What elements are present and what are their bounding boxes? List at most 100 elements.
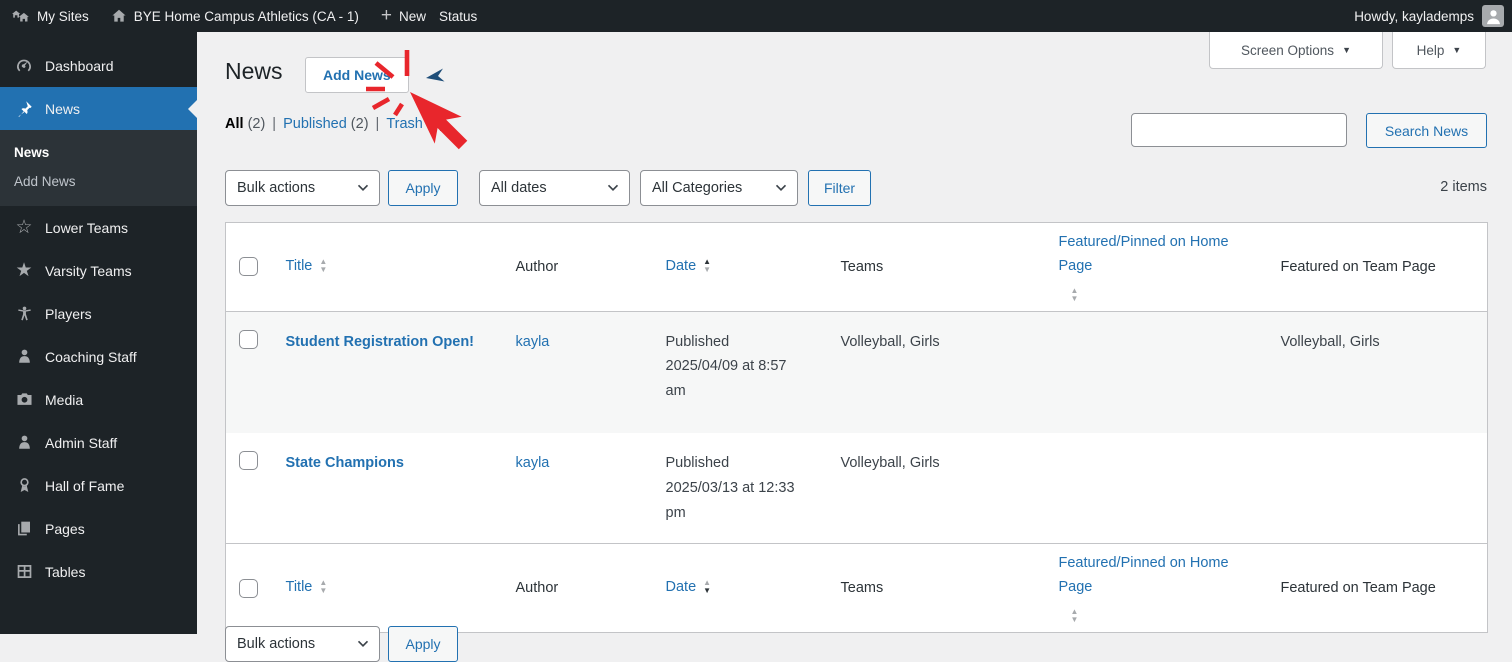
cursor-icon [426,68,445,82]
sidebar-item-pages[interactable]: Pages [0,507,197,550]
sidebar-item-label: Coaching Staff [45,348,137,365]
search-input[interactable] [1131,113,1347,147]
date-filter-value: All dates [491,180,547,196]
filter-all-link[interactable]: All (2) [225,116,265,132]
apply-button[interactable]: Apply [388,170,458,206]
sort-arrows-icon: ▲ ▼ [319,578,328,596]
sidebar-item-players[interactable]: Players [0,292,197,335]
admin-sidebar: Dashboard News News Add News ☆ Lower Tea… [0,32,197,634]
sort-arrows-icon: ▲ ▼ [1070,607,1079,625]
new-label: New [398,8,426,24]
table-row: State Champions kayla Published 2025/03/… [226,433,1488,543]
sort-title-header[interactable]: Title [286,255,313,279]
my-sites-label: My Sites [37,8,89,24]
news-submenu: News Add News [0,130,197,206]
user-avatar[interactable] [1482,5,1504,27]
sidebar-item-dashboard[interactable]: Dashboard [0,44,197,87]
post-featured-team [1271,433,1488,543]
status-filter-links: All (2) | Published (2) | Trash (1) [225,116,445,132]
pages-icon [14,519,34,539]
sidebar-item-admin-staff[interactable]: Admin Staff [0,421,197,464]
chevron-down-icon [357,184,369,192]
sidebar-item-media[interactable]: Media [0,378,197,421]
sidebar-item-news[interactable]: News [0,87,197,130]
sort-arrows-icon: ▲ ▼ [1070,285,1079,303]
filter-separator: | [272,116,277,132]
sidebar-item-label: Hall of Fame [45,477,125,494]
sidebar-item-label: Players [45,305,92,322]
filter-separator: | [375,116,380,132]
bulk-actions-select-bottom[interactable]: Bulk actions [225,626,380,662]
apply-button-bottom[interactable]: Apply [388,626,458,662]
sidebar-item-label: Tables [45,563,86,580]
home-icon [111,8,127,24]
page-title: News [225,58,283,84]
post-title-link[interactable]: Student Registration Open! [286,334,475,350]
table-footer-row: Title ▲ ▼ Author Date ▲ ▼ Teams Featured/Pin… [225,543,1488,633]
author-header: Author [515,258,559,275]
bulk-actions-value: Bulk actions [237,180,316,196]
sort-featured-home-header[interactable]: Featured/Pinned on Home Page [1059,552,1261,600]
submenu-item-news[interactable]: News [0,138,197,167]
status-menu[interactable]: Status [437,0,488,32]
pushpin-icon [14,99,34,119]
help-label: Help [1416,42,1445,58]
sort-arrows-icon: ▲ ▼ [319,257,328,275]
filter-button[interactable]: Filter [808,170,871,206]
sidebar-item-label: Pages [45,520,85,537]
howdy-account-link[interactable]: Howdy, kaylademps [1354,9,1474,24]
sidebar-item-coaching-staff[interactable]: Coaching Staff [0,335,197,378]
sort-title-header[interactable]: Title [286,576,313,600]
help-button[interactable]: Help ▼ [1392,32,1486,69]
row-checkbox[interactable] [239,451,258,471]
post-featured-team: Volleyball, Girls [1280,333,1380,350]
businessperson-icon [14,433,34,453]
author-link[interactable]: kayla [516,455,550,471]
table-row: Student Registration Open! kayla Publish… [225,311,1488,434]
post-teams: Volleyball, Girls [840,333,940,350]
main-content: Screen Options ▼ Help ▼ News Add News Al… [197,32,1512,662]
current-site-menu[interactable]: BYE Home Campus Athletics (CA - 1) [100,0,370,32]
sort-featured-home-header[interactable]: Featured/Pinned on Home Page [1059,231,1261,279]
star-outline-icon: ☆ [15,217,33,238]
post-title-link[interactable]: State Champions [286,455,404,471]
news-list-table: Title ▲ ▼ Author Date ▲ ▼ Teams Featured/Pin… [225,222,1488,634]
sidebar-item-label: Dashboard [45,57,114,74]
row-checkbox[interactable] [239,329,258,349]
my-sites-menu[interactable]: My Sites [0,0,100,32]
bulk-actions-select[interactable]: Bulk actions [225,170,380,206]
sort-date-header[interactable]: Date [666,576,697,600]
sidebar-item-hall-of-fame[interactable]: Hall of Fame [0,464,197,507]
sidebar-item-tables[interactable]: Tables [0,550,197,593]
submenu-item-add-news[interactable]: Add News [0,167,197,196]
filter-trash-link[interactable]: Trash (1) [386,116,444,132]
screen-options-button[interactable]: Screen Options ▼ [1209,32,1383,69]
status-label: Status [438,8,478,24]
author-link[interactable]: kayla [516,334,550,350]
add-news-button[interactable]: Add News [305,57,409,93]
date-filter-select[interactable]: All dates [479,170,630,206]
admin-bar: My Sites BYE Home Campus Athletics (CA -… [0,0,1512,32]
sidebar-item-lower-teams[interactable]: ☆ Lower Teams [0,206,197,249]
select-all-checkbox[interactable] [239,257,258,277]
multisite-icon [11,8,30,24]
camera-icon [14,390,34,410]
award-icon [14,476,34,496]
sort-date-header[interactable]: Date [666,255,697,279]
teams-header: Teams [840,258,884,275]
search-news-button[interactable]: Search News [1366,113,1487,148]
sidebar-item-varsity-teams[interactable]: ★ Varsity Teams [0,249,197,292]
teams-header: Teams [840,580,884,597]
new-content-menu[interactable]: + New [370,0,437,32]
chevron-down-icon [775,184,787,192]
featured-team-header: Featured on Team Page [1280,580,1436,597]
select-all-checkbox[interactable] [239,578,258,598]
person-icon [14,304,34,324]
category-filter-value: All Categories [652,180,743,196]
featured-team-header: Featured on Team Page [1280,258,1436,275]
post-featured-home [1049,311,1271,433]
bulk-actions-value: Bulk actions [237,636,316,652]
filter-published-link[interactable]: Published (2) [283,116,368,132]
category-filter-select[interactable]: All Categories [640,170,798,206]
table-header-row: Title ▲ ▼ Author Date ▲ ▼ Teams Featured/Pin… [225,223,1488,312]
